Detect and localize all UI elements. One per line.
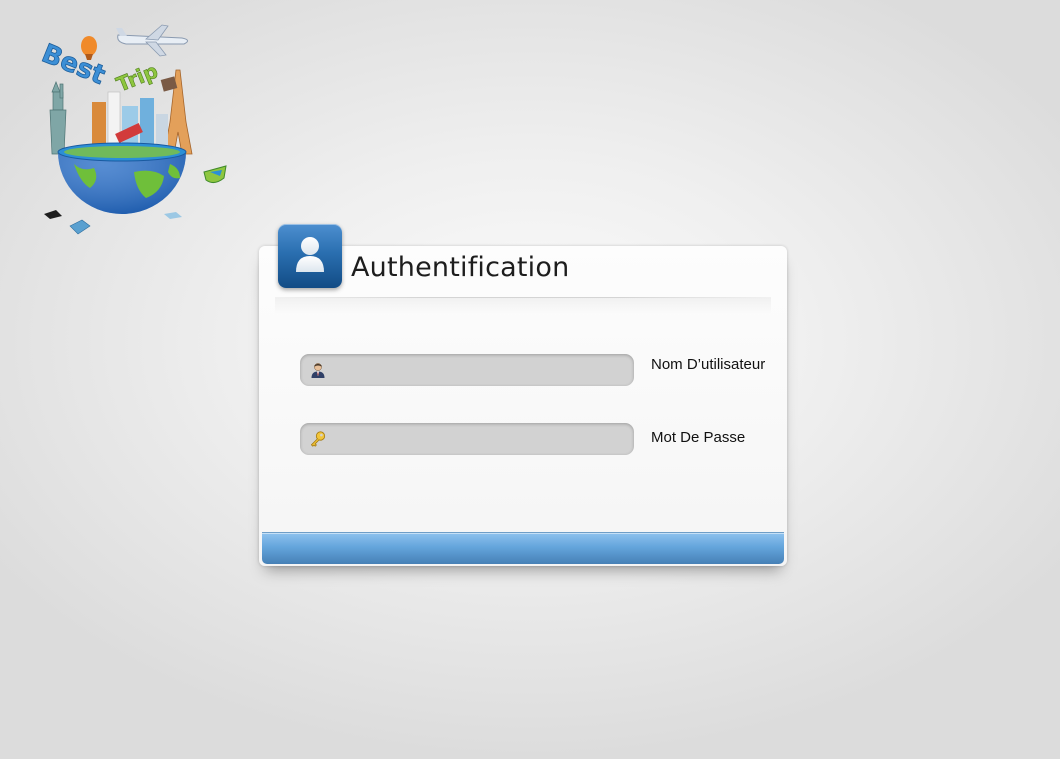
password-label: Mot De Passe <box>651 429 746 446</box>
password-input[interactable] <box>332 423 624 455</box>
page-title: Authentification <box>351 252 570 283</box>
user-icon <box>296 237 324 272</box>
username-label: Nom D’utilisateur <box>651 356 766 373</box>
username-field[interactable] <box>300 354 634 386</box>
best-trip-logo: Best Trip <box>34 22 234 238</box>
globe-icon <box>57 142 187 214</box>
key-icon <box>309 430 327 448</box>
login-panel <box>259 246 787 566</box>
username-input[interactable] <box>332 354 624 386</box>
logo-text-best: Best <box>37 39 109 91</box>
logo-text-trip: Trip <box>113 58 161 96</box>
header-divider-glow <box>275 298 771 314</box>
submit-button[interactable] <box>262 532 784 564</box>
airplane-icon <box>116 24 188 57</box>
person-icon <box>309 361 327 379</box>
user-badge <box>278 224 342 288</box>
password-field[interactable] <box>300 423 634 455</box>
